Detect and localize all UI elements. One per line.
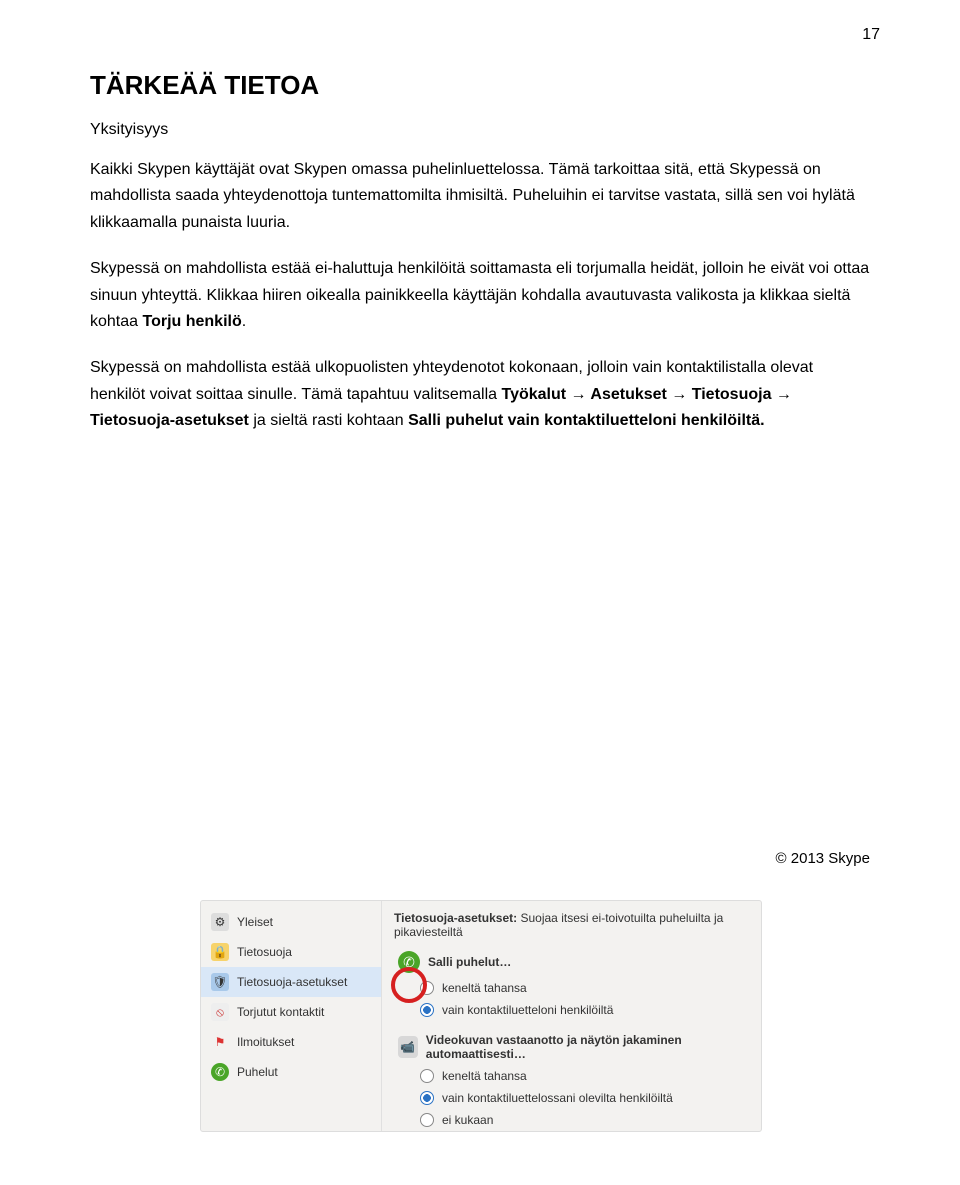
video-option-label: vain kontaktiluettelossani olevilta henk…: [442, 1091, 673, 1105]
radio-icon: [420, 1113, 434, 1127]
sidebar-item-ilmoitukset[interactable]: ⚑ Ilmoitukset: [201, 1027, 381, 1057]
paragraph-3-bold-option: Salli puhelut vain kontaktiluetteloni he…: [408, 412, 765, 429]
sidebar-item-label: Torjutut kontaktit: [237, 1005, 324, 1019]
panel-header: Tietosuoja-asetukset: Suojaa itsesi ei-t…: [394, 911, 749, 939]
paragraph-1: Kaikki Skypen käyttäjät ovat Skypen omas…: [90, 157, 870, 236]
sidebar-item-label: Yleiset: [237, 915, 273, 929]
flag-icon: ⚑: [211, 1033, 229, 1051]
sidebar-item-tietosuoja[interactable]: 🔒 Tietosuoja: [201, 937, 381, 967]
sidebar-item-label: Tietosuoja-asetukset: [237, 975, 347, 989]
sidebar-item-label: Ilmoitukset: [237, 1035, 294, 1049]
radio-icon: [420, 1069, 434, 1083]
calls-option-label: vain kontaktiluetteloni henkilöiltä: [442, 1003, 613, 1017]
calls-label: Salli puhelut…: [428, 955, 511, 969]
paragraph-2-text-c: .: [242, 313, 246, 330]
page-number: 17: [862, 26, 880, 44]
video-heading: 📹 Videokuvan vastaanotto ja näytön jakam…: [394, 1029, 749, 1065]
settings-screenshot: ⚙ Yleiset 🔒 Tietosuoja 🛡 Tietosuoja-aset…: [200, 900, 762, 1132]
block-icon: ⦸: [211, 1003, 229, 1021]
calls-option-label: keneltä tahansa: [442, 981, 527, 995]
calls-option-anyone[interactable]: keneltä tahansa: [394, 977, 749, 999]
handset-icon: ✆: [211, 1063, 229, 1081]
sidebar-item-label: Puhelut: [237, 1065, 278, 1079]
page-subtitle: Yksityisyys: [90, 121, 870, 139]
sidebar-item-puhelut[interactable]: ✆ Puhelut: [201, 1057, 381, 1087]
main-panel: Tietosuoja-asetukset: Suojaa itsesi ei-t…: [382, 901, 761, 1131]
radio-icon: [420, 1091, 434, 1105]
shield-icon: 🛡: [211, 973, 229, 991]
video-option-contacts[interactable]: vain kontaktiluettelossani olevilta henk…: [394, 1087, 749, 1109]
lock-icon: 🔒: [211, 943, 229, 961]
calls-option-contacts[interactable]: vain kontaktiluetteloni henkilöiltä: [394, 999, 749, 1021]
video-option-label: keneltä tahansa: [442, 1069, 527, 1083]
page-title: TÄRKEÄÄ TIETOA: [90, 70, 870, 101]
calls-heading: ✆ Salli puhelut…: [394, 947, 749, 977]
video-option-anyone[interactable]: keneltä tahansa: [394, 1065, 749, 1087]
video-option-nobody[interactable]: ei kukaan: [394, 1109, 749, 1131]
gear-icon: ⚙: [211, 913, 229, 931]
paragraph-3: Skypessä on mahdollista estää ulkopuolis…: [90, 355, 870, 434]
sidebar-item-torjutut[interactable]: ⦸ Torjutut kontaktit: [201, 997, 381, 1027]
sidebar-item-yleiset[interactable]: ⚙ Yleiset: [201, 907, 381, 937]
paragraph-3-text-c: ja sieltä rasti kohtaan: [249, 412, 408, 429]
call-icon: ✆: [398, 951, 420, 973]
sidebar: ⚙ Yleiset 🔒 Tietosuoja 🛡 Tietosuoja-aset…: [201, 901, 382, 1131]
radio-icon: [420, 981, 434, 995]
video-label: Videokuvan vastaanotto ja näytön jakamin…: [426, 1033, 749, 1061]
sidebar-item-label: Tietosuoja: [237, 945, 292, 959]
panel-header-title: Tietosuoja-asetukset:: [394, 911, 517, 925]
sidebar-item-tietosuoja-asetukset[interactable]: 🛡 Tietosuoja-asetukset: [201, 967, 381, 997]
video-icon: 📹: [398, 1036, 418, 1058]
video-option-label: ei kukaan: [442, 1113, 493, 1127]
radio-icon: [420, 1003, 434, 1017]
paragraph-2-bold: Torju henkilö: [142, 313, 241, 330]
copyright: © 2013 Skype: [776, 850, 870, 867]
paragraph-2: Skypessä on mahdollista estää ei-haluttu…: [90, 256, 870, 335]
